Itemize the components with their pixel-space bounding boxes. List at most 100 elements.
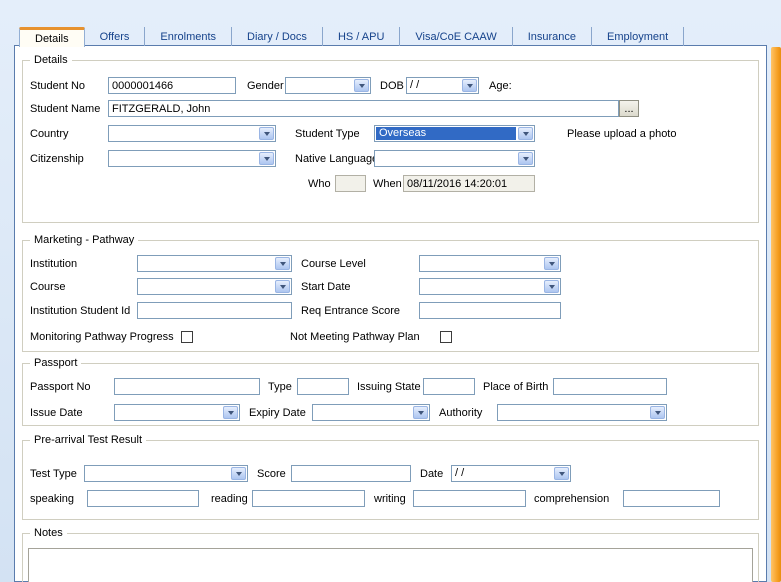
dob-value: / / bbox=[407, 78, 461, 93]
issue-date-value bbox=[115, 405, 222, 420]
chevron-down-icon[interactable] bbox=[462, 79, 477, 92]
notes-textarea[interactable] bbox=[28, 548, 753, 582]
chevron-down-icon[interactable] bbox=[275, 257, 290, 270]
tab-insurance[interactable]: Insurance bbox=[513, 27, 592, 46]
course-level-combobox[interactable] bbox=[419, 255, 561, 272]
chevron-down-icon[interactable] bbox=[518, 127, 533, 140]
chevron-down-icon[interactable] bbox=[223, 406, 238, 419]
chevron-down-icon[interactable] bbox=[544, 257, 559, 270]
monitoring-pathway-checkbox[interactable] bbox=[181, 331, 193, 343]
test-date-value: / / bbox=[452, 466, 553, 481]
dob-label: DOB bbox=[380, 80, 404, 92]
chevron-down-icon[interactable] bbox=[354, 79, 369, 92]
institution-combobox[interactable] bbox=[137, 255, 292, 272]
tab-hs-apu[interactable]: HS / APU bbox=[323, 27, 400, 46]
gender-value bbox=[286, 78, 353, 93]
start-date-value bbox=[420, 279, 543, 294]
country-combobox[interactable] bbox=[108, 125, 276, 142]
chevron-down-icon[interactable] bbox=[554, 467, 569, 480]
tab-employment[interactable]: Employment bbox=[592, 27, 684, 46]
tab-enrolments[interactable]: Enrolments bbox=[145, 27, 232, 46]
course-level-label: Course Level bbox=[301, 258, 366, 270]
test-type-value bbox=[85, 466, 230, 481]
vertical-scrollbar[interactable] bbox=[771, 47, 781, 582]
gender-combobox[interactable] bbox=[285, 77, 371, 94]
citizenship-label: Citizenship bbox=[30, 153, 84, 165]
chevron-down-icon[interactable] bbox=[544, 280, 559, 293]
tab-visa-coe-caaw[interactable]: Visa/CoE CAAW bbox=[400, 27, 512, 46]
marketing-pathway-group-label: Marketing - Pathway bbox=[30, 234, 138, 246]
chevron-down-icon[interactable] bbox=[650, 406, 665, 419]
course-label: Course bbox=[30, 281, 65, 293]
not-meeting-pathway-checkbox[interactable] bbox=[440, 331, 452, 343]
passport-type-field[interactable] bbox=[297, 378, 349, 395]
student-type-combobox[interactable]: Overseas bbox=[374, 125, 535, 142]
institution-student-id-field[interactable] bbox=[137, 302, 292, 319]
issue-date-picker[interactable] bbox=[114, 404, 240, 421]
reading-field[interactable] bbox=[252, 490, 365, 507]
course-combobox[interactable] bbox=[137, 278, 292, 295]
institution-value bbox=[138, 256, 274, 271]
course-level-value bbox=[420, 256, 543, 271]
place-of-birth-label: Place of Birth bbox=[483, 381, 548, 393]
country-label: Country bbox=[30, 128, 69, 140]
speaking-field[interactable] bbox=[87, 490, 199, 507]
notes-group-label: Notes bbox=[30, 527, 67, 539]
dob-date-picker[interactable]: / / bbox=[406, 77, 479, 94]
country-value bbox=[109, 126, 258, 141]
course-value bbox=[138, 279, 274, 294]
citizenship-combobox[interactable] bbox=[108, 150, 276, 167]
start-date-label: Start Date bbox=[301, 281, 351, 293]
student-name-field[interactable] bbox=[108, 100, 619, 117]
native-language-label: Native Language bbox=[295, 153, 378, 165]
comprehension-field[interactable] bbox=[623, 490, 720, 507]
start-date-combobox[interactable] bbox=[419, 278, 561, 295]
writing-label: writing bbox=[374, 493, 406, 505]
expiry-date-label: Expiry Date bbox=[249, 407, 306, 419]
tab-strip: Details Offers Enrolments Diary / Docs H… bbox=[19, 27, 684, 46]
institution-student-id-label: Institution Student Id bbox=[30, 305, 130, 317]
who-label: Who bbox=[308, 178, 331, 190]
student-type-value: Overseas bbox=[376, 127, 516, 140]
chevron-down-icon[interactable] bbox=[275, 280, 290, 293]
passport-no-field[interactable] bbox=[114, 378, 260, 395]
student-name-browse-button[interactable]: ... bbox=[619, 100, 639, 117]
gender-label: Gender bbox=[247, 80, 284, 92]
passport-no-label: Passport No bbox=[30, 381, 91, 393]
test-type-combobox[interactable] bbox=[84, 465, 248, 482]
score-label: Score bbox=[257, 468, 286, 480]
speaking-label: speaking bbox=[30, 493, 74, 505]
req-entrance-score-field[interactable] bbox=[419, 302, 561, 319]
native-language-combobox[interactable] bbox=[374, 150, 535, 167]
who-field bbox=[335, 175, 366, 192]
test-type-label: Test Type bbox=[30, 468, 77, 480]
writing-field[interactable] bbox=[413, 490, 526, 507]
expiry-date-value bbox=[313, 405, 412, 420]
student-no-label: Student No bbox=[30, 80, 85, 92]
test-date-label: Date bbox=[420, 468, 443, 480]
student-details-window: Details Offers Enrolments Diary / Docs H… bbox=[0, 0, 781, 582]
test-date-picker[interactable]: / / bbox=[451, 465, 571, 482]
chevron-down-icon[interactable] bbox=[231, 467, 246, 480]
authority-combobox[interactable] bbox=[497, 404, 667, 421]
tab-details[interactable]: Details bbox=[19, 27, 85, 47]
photo-upload-hint: Please upload a photo bbox=[567, 128, 676, 140]
chevron-down-icon[interactable] bbox=[518, 152, 533, 165]
pre-arrival-group-label: Pre-arrival Test Result bbox=[30, 434, 146, 446]
issuing-state-field[interactable] bbox=[423, 378, 475, 395]
student-type-label: Student Type bbox=[295, 128, 360, 140]
tab-offers[interactable]: Offers bbox=[85, 27, 146, 46]
score-field[interactable] bbox=[291, 465, 411, 482]
student-no-field[interactable] bbox=[108, 77, 236, 94]
expiry-date-picker[interactable] bbox=[312, 404, 430, 421]
monitoring-pathway-label: Monitoring Pathway Progress bbox=[30, 331, 174, 343]
passport-group-label: Passport bbox=[30, 357, 81, 369]
chevron-down-icon[interactable] bbox=[259, 152, 274, 165]
place-of-birth-field[interactable] bbox=[553, 378, 667, 395]
age-label: Age: bbox=[489, 80, 512, 92]
chevron-down-icon[interactable] bbox=[413, 406, 428, 419]
passport-type-label: Type bbox=[268, 381, 292, 393]
authority-value bbox=[498, 405, 649, 420]
tab-diary-docs[interactable]: Diary / Docs bbox=[232, 27, 323, 46]
chevron-down-icon[interactable] bbox=[259, 127, 274, 140]
